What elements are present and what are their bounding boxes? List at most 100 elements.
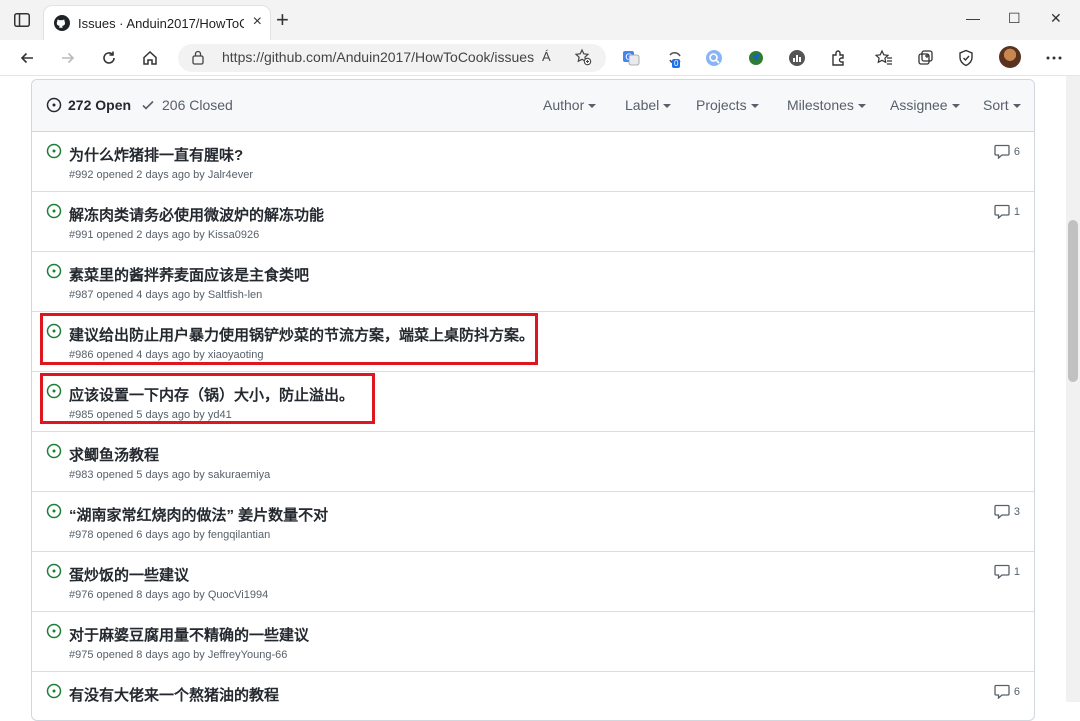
issue-title-link[interactable]: “湖南家常红烧肉的做法” 姜片数量不对 bbox=[69, 504, 328, 525]
refresh-icon[interactable] bbox=[98, 47, 120, 69]
comment-icon bbox=[994, 144, 1010, 159]
issue-row[interactable]: 素菜里的酱拌荞麦面应该是主食类吧 #987 opened 4 days ago b… bbox=[32, 252, 1034, 312]
issue-opened-icon bbox=[46, 683, 62, 704]
issue-meta: #976 opened 8 days ago by QuocVi1994 bbox=[69, 589, 269, 601]
maximize-button[interactable]: ☐ bbox=[1008, 10, 1021, 27]
issue-title-link[interactable]: 解冻肉类请务必使用微波炉的解冻功能 bbox=[69, 204, 324, 225]
filter-projects[interactable]: Projects bbox=[696, 97, 759, 113]
open-issues-tab[interactable]: 272 Open bbox=[46, 97, 131, 113]
issue-title-link[interactable]: 素菜里的酱拌荞麦面应该是主食类吧 bbox=[69, 264, 309, 285]
filter-assignee-label: Assignee bbox=[890, 97, 948, 113]
filter-milestones[interactable]: Milestones bbox=[787, 97, 866, 113]
issue-row[interactable]: 有没有大佬来一个熬猪油的教程 6 bbox=[32, 672, 1034, 720]
filter-author[interactable]: Author bbox=[543, 97, 597, 113]
filter-label[interactable]: Label bbox=[625, 97, 672, 113]
annotation-highlight-box bbox=[40, 313, 538, 365]
filter-projects-label: Projects bbox=[696, 97, 747, 113]
issue-row[interactable]: 对于麻婆豆腐用量不精确的一些建议 #975 opened 8 days ago b… bbox=[32, 612, 1034, 672]
open-count: 272 Open bbox=[68, 97, 132, 113]
caret-down-icon bbox=[663, 104, 672, 108]
more-menu-icon[interactable] bbox=[1043, 47, 1065, 69]
comment-count-link[interactable]: 6 bbox=[994, 144, 1020, 159]
issue-opened-icon bbox=[46, 563, 62, 584]
browser-tab[interactable]: Issues · Anduin2017/HowToCook × bbox=[44, 6, 270, 40]
filter-assignee[interactable]: Assignee bbox=[890, 97, 960, 113]
tab-close-icon[interactable]: × bbox=[253, 14, 262, 30]
read-aloud-icon[interactable]: Á bbox=[542, 49, 551, 64]
new-tab-button[interactable]: + bbox=[276, 9, 289, 31]
issue-meta: #991 opened 2 days ago by Kissa0926 bbox=[69, 229, 260, 241]
favorite-add-icon[interactable] bbox=[574, 48, 592, 71]
issue-opened-icon bbox=[46, 443, 62, 464]
issue-opened-icon bbox=[46, 203, 62, 224]
profile-avatar[interactable] bbox=[999, 46, 1021, 68]
tab-bar: Issues · Anduin2017/HowToCook × + — ☐ ✕ bbox=[0, 0, 1080, 41]
issue-opened-icon bbox=[46, 97, 62, 113]
comment-count: 6 bbox=[1013, 145, 1020, 158]
comment-count-link[interactable]: 3 bbox=[994, 504, 1020, 519]
caret-down-icon bbox=[857, 104, 866, 108]
sidebar-toggle-icon[interactable] bbox=[12, 10, 32, 30]
issue-meta: #992 opened 2 days ago by Jalr4ever bbox=[69, 169, 254, 181]
closed-issues-tab[interactable]: 206 Closed bbox=[140, 97, 233, 113]
issue-opened-icon bbox=[46, 143, 62, 164]
caret-down-icon bbox=[750, 104, 759, 108]
favorites-icon[interactable] bbox=[873, 47, 895, 69]
issue-meta: #978 opened 6 days ago by fengqilantian bbox=[69, 529, 271, 541]
filter-milestones-label: Milestones bbox=[787, 97, 854, 113]
issue-rows: 为什么炸猪排一直有腥味? #992 opened 2 days ago by Ja… bbox=[32, 132, 1034, 720]
search-extension-icon[interactable] bbox=[703, 47, 725, 69]
browser-essentials-icon[interactable] bbox=[955, 47, 977, 69]
page-scrollbar-track[interactable] bbox=[1066, 76, 1080, 702]
extensions-puzzle-icon[interactable] bbox=[828, 47, 850, 69]
filter-sort[interactable]: Sort bbox=[983, 97, 1021, 113]
comment-icon bbox=[994, 564, 1010, 579]
comment-count: 1 bbox=[1013, 205, 1020, 218]
comment-count-link[interactable]: 6 bbox=[994, 684, 1020, 699]
issue-meta: #975 opened 8 days ago by JeffreyYoung-6… bbox=[69, 649, 288, 661]
check-icon bbox=[142, 100, 154, 110]
home-icon[interactable] bbox=[139, 47, 161, 69]
issue-row[interactable]: 求鲫鱼汤教程 #983 opened 5 days ago by sakuraem… bbox=[32, 432, 1034, 492]
caret-down-icon bbox=[1012, 104, 1021, 108]
github-icon bbox=[54, 15, 70, 31]
comment-count: 6 bbox=[1013, 685, 1020, 698]
issue-title-link[interactable]: 求鲫鱼汤教程 bbox=[69, 444, 159, 465]
issue-row[interactable]: “湖南家常红烧肉的做法” 姜片数量不对 #978 opened 6 days ag… bbox=[32, 492, 1034, 552]
issue-meta: #987 opened 4 days ago by Saltfish-len bbox=[69, 289, 263, 301]
comment-count: 3 bbox=[1013, 505, 1020, 518]
issues-list-header: 272 Open 206 Closed Author Label Project… bbox=[32, 80, 1034, 132]
minimize-button[interactable]: — bbox=[966, 10, 980, 26]
issue-title-link[interactable]: 蛋炒饭的一些建议 bbox=[69, 564, 189, 585]
issue-row[interactable]: 为什么炸猪排一直有腥味? #992 opened 2 days ago by Ja… bbox=[32, 132, 1034, 192]
window-close-button[interactable]: ✕ bbox=[1050, 10, 1062, 27]
sync-extension-icon[interactable]: 0 bbox=[664, 47, 686, 69]
comment-count-link[interactable]: 1 bbox=[994, 204, 1020, 219]
filter-label-label: Label bbox=[625, 97, 660, 113]
caret-down-icon bbox=[588, 104, 597, 108]
closed-count: 206 Closed bbox=[162, 97, 233, 113]
comment-count: 1 bbox=[1013, 565, 1020, 578]
caret-down-icon bbox=[951, 104, 960, 108]
comment-count-link[interactable]: 1 bbox=[994, 564, 1020, 579]
page-scrollbar-thumb[interactable] bbox=[1068, 220, 1078, 382]
translate-extension-icon[interactable]: G bbox=[620, 47, 642, 69]
extension-badge: 0 bbox=[672, 59, 681, 68]
forward-icon[interactable] bbox=[57, 47, 79, 69]
comment-icon bbox=[994, 684, 1010, 699]
back-icon[interactable] bbox=[16, 47, 38, 69]
browser-toolbar: https://github.com/Anduin2017/HowToCook/… bbox=[0, 40, 1080, 76]
lock-icon[interactable] bbox=[192, 50, 204, 70]
issue-row[interactable]: 解冻肉类请务必使用微波炉的解冻功能 #991 opened 2 days ago … bbox=[32, 192, 1034, 252]
issue-opened-icon bbox=[46, 503, 62, 524]
issue-title-link[interactable]: 为什么炸猪排一直有腥味? bbox=[69, 144, 243, 165]
issue-row[interactable]: 蛋炒饭的一些建议 #976 opened 8 days ago by QuocVi… bbox=[32, 552, 1034, 612]
download-manager-icon[interactable] bbox=[745, 47, 767, 69]
url-text: https://github.com/Anduin2017/HowToCook/… bbox=[222, 49, 535, 65]
filter-author-label: Author bbox=[543, 97, 585, 113]
collections-icon[interactable] bbox=[915, 47, 937, 69]
address-bar[interactable]: https://github.com/Anduin2017/HowToCook/… bbox=[178, 44, 606, 72]
issue-title-link[interactable]: 对于麻婆豆腐用量不精确的一些建议 bbox=[69, 624, 309, 645]
issue-opened-icon bbox=[46, 623, 62, 644]
stats-extension-icon[interactable] bbox=[786, 47, 808, 69]
